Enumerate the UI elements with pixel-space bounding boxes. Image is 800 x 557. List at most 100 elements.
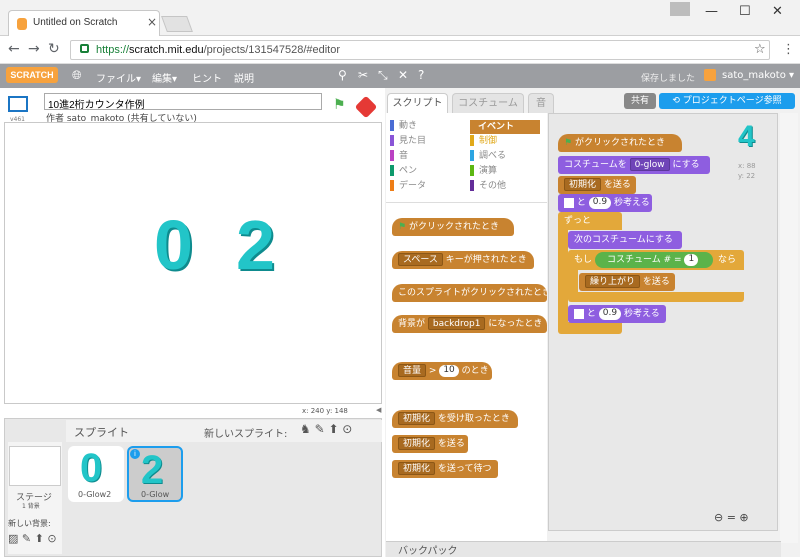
menu-file[interactable]: ファイル▾	[96, 70, 141, 85]
script-when-flag-clicked[interactable]: ⚑ がクリックされたとき	[558, 134, 682, 152]
block-when-loudness[interactable]: 音量 > 10 のとき	[392, 362, 492, 380]
shrink-icon[interactable]: ✕	[398, 68, 408, 82]
message-dropdown[interactable]: 初期化	[564, 178, 602, 191]
script-switch-costume[interactable]: コスチュームを 0-glow にする	[558, 156, 710, 174]
script-scrollbar[interactable]	[780, 113, 798, 543]
green-flag-icon: ⚑	[398, 222, 407, 232]
think-secs[interactable]: 0.9	[588, 196, 612, 209]
sprite-glyph: 0	[80, 446, 103, 490]
category-list-left: 動き 見た目 音 ペン データ	[390, 119, 470, 194]
script-broadcast-carry[interactable]: 繰り上がり を送る	[579, 273, 675, 291]
category-sensing[interactable]: 調べる	[470, 149, 546, 164]
block-when-flag-clicked[interactable]: ⚑ がクリックされたとき	[392, 218, 514, 236]
sprite-glyph: 2	[141, 448, 164, 492]
backdrop-dropdown[interactable]: backdrop1	[427, 317, 486, 330]
block-when-sprite-clicked[interactable]: このスプライトがクリックされたとき	[392, 284, 547, 302]
browser-tab[interactable]: Untitled on Scratch ×	[8, 10, 160, 36]
category-swatch	[390, 180, 394, 191]
user-menu[interactable]: sato_makoto ▾	[722, 70, 794, 81]
script-broadcast[interactable]: 初期化 を送る	[558, 176, 636, 194]
maximize-icon[interactable]: ☐	[739, 4, 751, 19]
current-sprite-icon: 4	[738, 120, 755, 153]
script-next-costume[interactable]: 次のコスチュームにする	[568, 231, 682, 249]
think-input[interactable]	[574, 308, 584, 319]
stage-digit-tens[interactable]: 0	[154, 205, 193, 285]
block-when-key-pressed[interactable]: スペース キーが押されたとき	[392, 251, 534, 269]
key-dropdown[interactable]: スペース	[398, 253, 443, 266]
grow-icon[interactable]: ⤡	[378, 68, 388, 83]
sprite-thumbnail-selected[interactable]: i 2 0-Glow	[127, 446, 183, 502]
window-close-icon[interactable]: ✕	[772, 4, 783, 19]
costume-dropdown[interactable]: 0-glow	[629, 158, 670, 171]
loudness-dropdown[interactable]: 音量	[398, 364, 427, 377]
menu-about[interactable]: 説明	[234, 70, 254, 85]
menu-hint[interactable]: ヒント	[192, 70, 222, 85]
profile-icon[interactable]	[670, 2, 690, 16]
bookmark-star-icon[interactable]: ☆	[754, 42, 766, 57]
tab-title: Untitled on Scratch	[33, 17, 118, 28]
close-tab-icon[interactable]: ×	[147, 15, 157, 29]
category-more[interactable]: その他	[470, 179, 546, 194]
category-swatch	[470, 135, 474, 146]
category-control[interactable]: 制御	[470, 134, 546, 149]
reload-icon[interactable]: ↻	[48, 41, 60, 57]
script-think-for-secs-2[interactable]: と 0.9 秒考える	[568, 305, 666, 323]
back-icon[interactable]: ←	[8, 41, 20, 57]
category-events-selected[interactable]: イベント	[470, 120, 540, 134]
category-sound[interactable]: 音	[390, 149, 470, 164]
condition-value[interactable]: 1	[684, 253, 699, 266]
backpack-label: バックパック	[398, 546, 458, 557]
message-dropdown[interactable]: 繰り上がり	[585, 275, 641, 288]
if-block-bottom[interactable]	[568, 292, 744, 302]
user-avatar[interactable]	[704, 69, 716, 81]
equals-condition[interactable]: コスチューム # = 1	[595, 252, 713, 268]
stage-thumbnail[interactable]	[9, 446, 61, 486]
see-project-page-button[interactable]: ⟲ プロジェクトページ参照	[659, 93, 795, 109]
forever-block-bottom[interactable]	[558, 322, 622, 334]
block-broadcast-and-wait[interactable]: 初期化 を送って待つ	[392, 460, 498, 478]
zoom-controls[interactable]: ⊖ = ⊕	[714, 511, 749, 524]
help-icon[interactable]: ?	[418, 68, 424, 82]
message-dropdown[interactable]: 初期化	[398, 412, 436, 425]
scratch-logo[interactable]: SCRATCH	[6, 67, 58, 83]
message-dropdown[interactable]: 初期化	[398, 462, 436, 475]
backdrop-tools-icon[interactable]: ▨ ✎ ⬆ ⊙	[8, 532, 57, 545]
think-secs[interactable]: 0.9	[598, 307, 622, 320]
new-sprite-tools-icon[interactable]: ♞ ✎ ⬆ ⊙	[300, 422, 352, 436]
forward-icon[interactable]: →	[28, 41, 40, 57]
category-looks[interactable]: 見た目	[390, 134, 470, 149]
collapse-stage-icon[interactable]: ◀	[376, 406, 384, 416]
block-broadcast[interactable]: 初期化 を送る	[392, 435, 468, 453]
new-tab-button[interactable]	[161, 16, 193, 32]
think-input[interactable]	[564, 197, 574, 208]
block-when-receive[interactable]: 初期化 を受け取ったとき	[392, 410, 518, 428]
category-swatch	[470, 180, 474, 191]
stage-digit-ones[interactable]: 2	[236, 205, 275, 285]
category-motion[interactable]: 動き	[390, 119, 470, 134]
category-data[interactable]: データ	[390, 179, 470, 194]
info-icon[interactable]: i	[130, 449, 140, 459]
stage-canvas[interactable]	[4, 122, 382, 404]
category-operators[interactable]: 演算	[470, 164, 546, 179]
browser-menu-icon[interactable]: ⋮	[782, 42, 795, 57]
menu-edit[interactable]: 編集▾	[152, 70, 177, 85]
block-when-backdrop-switches[interactable]: 背景が backdrop1 になったとき	[392, 315, 547, 333]
tab-costumes[interactable]: コスチューム	[452, 93, 524, 113]
if-label: もし	[574, 255, 593, 265]
sprite-thumbnail[interactable]: 0 0-Glow2	[68, 446, 124, 502]
tab-scripts[interactable]: スクリプト	[387, 93, 448, 113]
delete-cut-icon[interactable]: ✂	[358, 68, 368, 82]
tab-sounds[interactable]: 音	[528, 93, 554, 113]
message-dropdown[interactable]: 初期化	[398, 437, 436, 450]
category-swatch	[390, 150, 394, 161]
category-pen[interactable]: ペン	[390, 164, 470, 179]
language-globe-icon[interactable]: 🌐︎	[72, 68, 82, 83]
loudness-value[interactable]: 10	[439, 364, 459, 377]
green-flag-icon[interactable]: ⚑	[333, 97, 346, 113]
duplicate-stamp-icon[interactable]: ⚲	[338, 68, 347, 82]
share-button[interactable]: 共有	[624, 93, 656, 109]
project-title-input[interactable]: 10進2桁カウンタ作例	[44, 93, 322, 111]
fullscreen-icon[interactable]	[8, 96, 28, 112]
script-think-for-secs[interactable]: と 0.9 秒考える	[558, 194, 652, 212]
minimize-icon[interactable]: —	[705, 4, 718, 19]
